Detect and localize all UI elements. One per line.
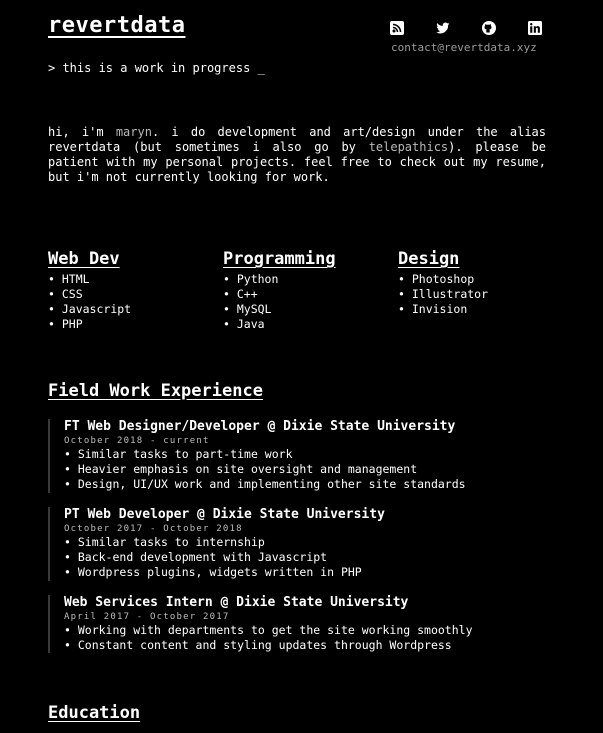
job-bullet: Working with departments to get the site… — [64, 623, 564, 638]
contact-email-link[interactable]: contact@revertdata.xyz — [391, 41, 537, 54]
job-dates: October 2017 - October 2018 — [64, 524, 243, 534]
github-icon[interactable] — [482, 21, 496, 35]
skill-item: CSS — [48, 287, 131, 302]
skill-item: Invision — [398, 302, 488, 317]
job-bullet: Heavier emphasis on site oversight and m… — [64, 462, 564, 477]
intro-paragraph: hi, i'm maryn. i do development and art/… — [48, 125, 546, 185]
job-bullet: Constant content and styling updates thr… — [64, 638, 564, 653]
skill-item: Java — [223, 317, 336, 332]
experience-heading: Field Work Experience — [48, 381, 263, 401]
rss-icon[interactable] — [390, 21, 404, 35]
skill-heading: Web Dev — [48, 249, 120, 269]
alias-link[interactable]: telepathics — [369, 140, 448, 154]
job-bullets: Working with departments to get the site… — [64, 623, 564, 653]
job-entry: PT Web Developer @ Dixie State Universit… — [48, 507, 564, 581]
skill-item: Photoshop — [398, 272, 488, 287]
site-title[interactable]: revertdata — [48, 13, 185, 38]
job-bullet: Back-end development with Javascript — [64, 550, 564, 565]
job-title: Web Services Intern @ Dixie State Univer… — [64, 595, 409, 610]
job-entry: FT Web Designer/Developer @ Dixie State … — [48, 419, 564, 493]
skill-heading: Programming — [223, 249, 336, 269]
skill-item: HTML — [48, 272, 131, 287]
social-links — [390, 21, 542, 37]
skill-item: Python — [223, 272, 336, 287]
intro-text: hi, i'm — [48, 125, 116, 139]
skill-list: Photoshop Illustrator Invision — [398, 272, 488, 317]
job-title: PT Web Developer @ Dixie State Universit… — [64, 507, 385, 522]
job-bullet: Similar tasks to internship — [64, 535, 564, 550]
skill-item: PHP — [48, 317, 131, 332]
job-bullets: Similar tasks to part-time work Heavier … — [64, 447, 564, 492]
skill-list: Python C++ MySQL Java — [223, 272, 336, 332]
tagline: > this is a work in progress _ — [48, 61, 265, 75]
skill-column-web-dev: Web Dev HTML CSS Javascript PHP — [48, 249, 131, 332]
job-dates: April 2017 - October 2017 — [64, 612, 230, 622]
skill-column-programming: Programming Python C++ MySQL Java — [223, 249, 336, 332]
skill-item: C++ — [223, 287, 336, 302]
job-entry: Web Services Intern @ Dixie State Univer… — [48, 595, 564, 653]
twitter-icon[interactable] — [436, 21, 450, 35]
job-bullet: Design, UI/UX work and implementing othe… — [64, 477, 564, 492]
education-heading: Education — [48, 703, 141, 723]
job-bullet: Wordpress plugins, widgets written in PH… — [64, 565, 564, 580]
skill-item: MySQL — [223, 302, 336, 317]
job-dates: October 2018 - current — [64, 436, 210, 446]
skill-column-design: Design Photoshop Illustrator Invision — [398, 249, 488, 317]
skill-heading: Design — [398, 249, 460, 269]
skill-list: HTML CSS Javascript PHP — [48, 272, 131, 332]
linkedin-icon[interactable] — [528, 21, 542, 35]
skill-item: Illustrator — [398, 287, 488, 302]
job-bullets: Similar tasks to internship Back-end dev… — [64, 535, 564, 580]
name-link[interactable]: maryn — [116, 125, 152, 139]
skill-item: Javascript — [48, 302, 131, 317]
job-title: FT Web Designer/Developer @ Dixie State … — [64, 419, 456, 434]
job-bullet: Similar tasks to part-time work — [64, 447, 564, 462]
